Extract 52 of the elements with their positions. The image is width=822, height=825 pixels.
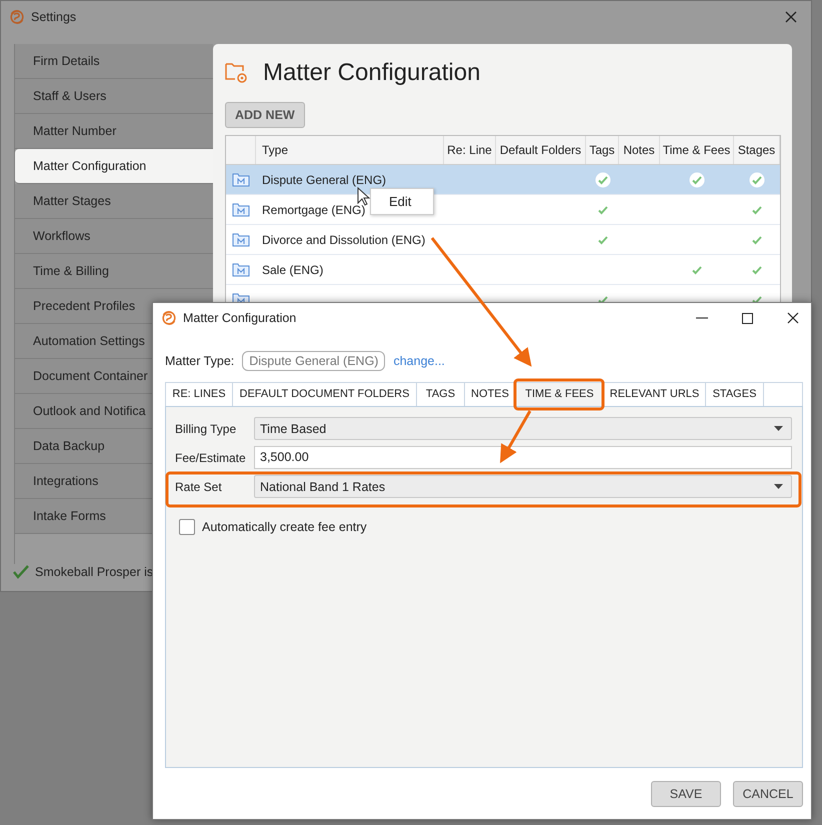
sidebar-item[interactable]: Workflows [15,219,213,254]
check-icon [749,172,765,188]
column-header[interactable]: Tags [586,136,619,164]
matter-type-field: Dispute General (ENG) [242,351,386,371]
dialog-button[interactable]: SAVE [651,781,721,807]
close-icon[interactable] [785,11,797,23]
table-cell: Dispute General (ENG) [262,172,386,186]
change-link[interactable]: change... [393,354,445,368]
folder-icon [232,202,250,216]
logo-icon [161,310,177,326]
table-cell: Remortgage (ENG) [262,202,366,216]
menu-item[interactable]: Edit [371,189,433,214]
page-title: Matter Configuration [263,59,480,87]
tab[interactable]: TIME & FEES [516,383,604,406]
table-row[interactable]: Dispute General (ENG) [226,165,780,195]
folder-icon [232,232,250,246]
column-header[interactable]: Notes [619,136,660,164]
table-cell: Divorce and Dissolution (ENG) [262,232,426,246]
sidebar-item[interactable]: Matter Stages [15,184,213,219]
sidebar-item[interactable]: Firm Details [15,44,213,79]
table-cell: Sale (ENG) [262,262,324,276]
annotation-arrow [500,410,532,464]
column-header[interactable]: Time & Fees [660,136,734,164]
add-new-button[interactable]: ADD NEW [225,102,305,128]
folder-gear-icon [225,61,249,85]
dropdown[interactable]: National Band 1 Rates [254,475,792,498]
dialog-button[interactable]: CANCEL [733,781,803,807]
check-icon [689,172,705,188]
caret-icon [774,426,783,431]
column-header[interactable]: Default Folders [496,136,586,164]
maximize-icon[interactable] [742,312,753,324]
sidebar-item[interactable]: Matter Configuration [15,149,213,184]
check-icon [594,172,610,188]
close-icon[interactable] [787,312,799,324]
folder-icon [232,262,250,276]
sidebar-item[interactable]: Matter Number [15,114,213,149]
column-header[interactable]: Re: Line [444,136,496,164]
checkbox[interactable] [179,519,195,535]
window-title: Settings [31,10,76,24]
input-field[interactable]: 3,500.00 [254,446,792,469]
sidebar-item[interactable]: Time & Billing [15,254,213,289]
column-header[interactable]: Stages [734,136,780,164]
sidebar-item[interactable]: Staff & Users [15,79,213,114]
check-icon [13,565,29,579]
folder-icon [232,172,250,186]
caret-icon [774,484,783,489]
table-row[interactable]: Divorce and Dissolution (ENG) [226,225,780,255]
column-header[interactable]: Type [256,136,444,164]
dropdown[interactable]: Time Based [254,417,792,440]
table-row[interactable]: Sale (ENG) [226,255,780,285]
minimize-icon[interactable] [696,317,708,319]
logo-icon [9,9,25,25]
